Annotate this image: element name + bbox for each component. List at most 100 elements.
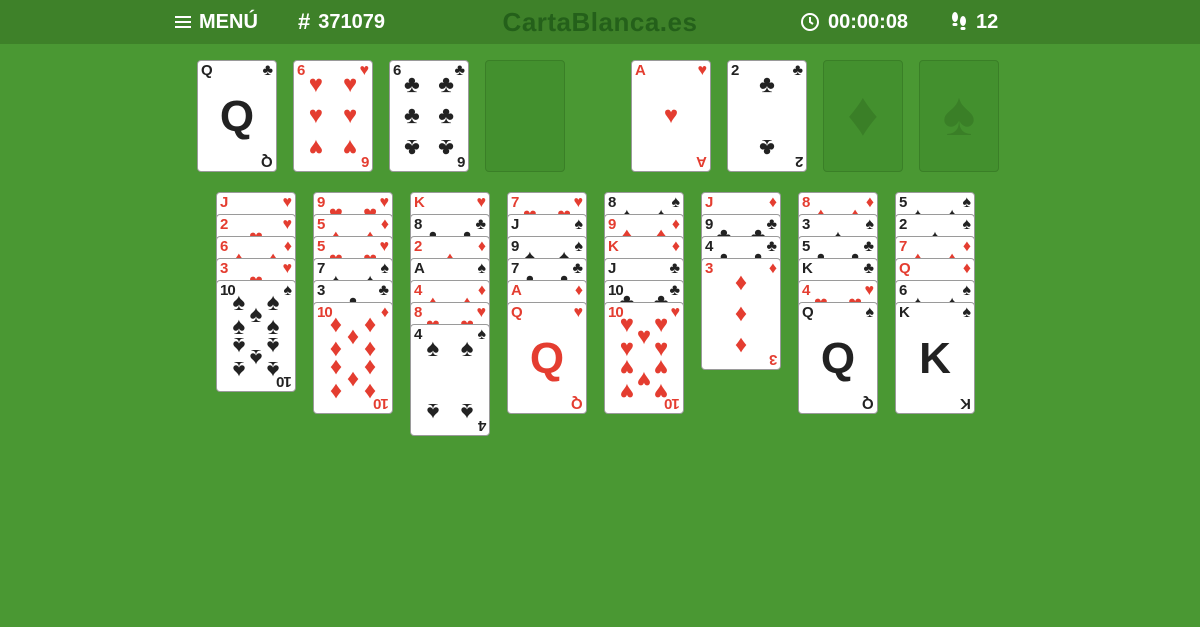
card-king-of-spades[interactable]: K ♠ K K: [895, 302, 975, 414]
card-rank: 2: [731, 62, 739, 79]
clock-icon: [800, 12, 820, 32]
card-rank: 3: [705, 260, 713, 277]
spade-icon: ♠: [283, 282, 293, 299]
card-rank: 9: [511, 238, 519, 255]
club-pip-icon: ♣: [438, 102, 455, 129]
card-10-of-spades[interactable]: 10 ♠ 10 ♠ ♠ ♠ ♠ ♠ ♠ ♠ ♠ ♠ ♠: [216, 280, 296, 392]
card-3-of-diamonds[interactable]: 3 ♦ 3 ♦ ♦ ♦: [701, 258, 781, 370]
heart-pip-icon: ♥: [619, 378, 634, 405]
spade-icon: ♠: [962, 304, 972, 321]
spade-icon: ♠: [962, 216, 972, 233]
spade-pip-icon: ♠: [232, 356, 246, 383]
card-queen-of-clubs[interactable]: Q ♣ Q Q: [197, 60, 277, 172]
card-queen-of-hearts[interactable]: Q ♥ Q Q: [507, 302, 587, 414]
card-rank: 6: [220, 238, 228, 255]
diamond-pip-icon: ♦: [346, 365, 360, 393]
heart-pip-icon: ♥: [308, 102, 323, 129]
spade-pip-icon: ♠: [232, 289, 246, 316]
club-icon: ♣: [863, 260, 875, 277]
heart-pip-icon: ♥: [654, 311, 669, 338]
club-icon: ♣: [454, 62, 466, 79]
spade-pip-icon: ♠: [426, 397, 440, 425]
game-number-value: 371079: [318, 11, 385, 33]
heart-pip-icon: ♥: [619, 353, 634, 381]
heart-icon: ♥: [864, 282, 875, 299]
heart-pip-icon: ♥: [663, 102, 679, 129]
spade-icon: ♠: [962, 194, 972, 211]
spade-icon: ♠: [574, 238, 584, 255]
heart-icon: ♥: [282, 216, 293, 233]
diamond-pip-icon: ♦: [329, 353, 342, 381]
card-rank: 7: [511, 260, 519, 277]
menu-button[interactable]: MENÚ: [175, 0, 258, 44]
diamond-icon: ♦: [671, 216, 680, 233]
card-queen-of-spades[interactable]: Q ♠ Q Q: [798, 302, 878, 414]
foundation-diamond[interactable]: ♦: [823, 60, 903, 172]
club-pip-icon: ♣: [759, 71, 775, 99]
game-number: # 371079: [298, 0, 385, 44]
club-icon: ♣: [766, 216, 778, 233]
card-6-of-hearts[interactable]: 6 ♥ 6 ♥ ♥ ♥ ♥ ♥ ♥: [293, 60, 373, 172]
card-rank: J: [511, 216, 519, 233]
card-10-of-diamonds[interactable]: 10 ♦ 10 ♦ ♦ ♦ ♦ ♦ ♦ ♦ ♦ ♦ ♦: [313, 302, 393, 414]
card-rank: 9: [705, 216, 713, 233]
heart-icon: ♥: [379, 194, 390, 211]
heart-pip-icon: ♥: [308, 71, 323, 99]
card-rank: K: [802, 260, 813, 277]
club-icon: ♣: [792, 62, 804, 79]
moves-value: 12: [976, 11, 999, 33]
heart-pip-icon: ♥: [308, 133, 323, 161]
spade-pip-icon: ♠: [232, 331, 246, 359]
card-rank: Q: [802, 304, 814, 321]
card-rank: 4: [414, 326, 422, 343]
card-rank: Q: [899, 260, 911, 277]
card-rank-bottom: K: [961, 395, 971, 412]
card-rank: 6: [297, 62, 305, 79]
heart-pip-icon: ♥: [654, 353, 669, 381]
spade-icon: ♠: [942, 80, 976, 149]
heart-icon: ♥: [697, 62, 708, 79]
club-icon: ♣: [262, 62, 274, 79]
heart-pip-icon: ♥: [636, 365, 652, 393]
card-rank: K: [608, 238, 619, 255]
card-rank: A: [414, 260, 425, 277]
card-6-of-clubs[interactable]: 6 ♣ 6 ♣ ♣ ♣ ♣ ♣ ♣: [389, 60, 469, 172]
spade-pip-icon: ♠: [266, 331, 280, 359]
card-10-of-hearts[interactable]: 10 ♥ 10 ♥ ♥ ♥ ♥ ♥ ♥ ♥ ♥ ♥ ♥: [604, 302, 684, 414]
free-cell-empty[interactable]: [485, 60, 565, 172]
card-rank: K: [414, 194, 425, 211]
club-icon: ♣: [766, 238, 778, 255]
card-rank: 7: [317, 260, 325, 277]
card-rank: Q: [511, 304, 523, 321]
card-rank: A: [511, 282, 522, 299]
card-rank-bottom: 3: [769, 351, 777, 368]
card-4-of-spades[interactable]: 4 ♠ 4 ♠ ♠ ♠ ♠: [410, 324, 490, 436]
club-icon: ♣: [863, 238, 875, 255]
card-rank-bottom: 6: [361, 153, 369, 170]
card-ace-of-hearts[interactable]: A ♥ A ♥: [631, 60, 711, 172]
card-rank: 5: [317, 238, 325, 255]
card-rank: 2: [414, 238, 422, 255]
foundation-spade[interactable]: ♠: [919, 60, 999, 172]
card-rank: 5: [899, 194, 907, 211]
card-rank: 5: [802, 238, 810, 255]
spade-icon: ♠: [477, 260, 487, 277]
menu-label: MENÚ: [199, 11, 258, 33]
card-rank: J: [220, 194, 228, 211]
diamond-pip-icon: ♦: [364, 378, 377, 405]
club-icon: ♣: [378, 282, 390, 299]
diamond-icon: ♦: [865, 194, 874, 211]
card-rank-bottom: Q: [572, 395, 583, 412]
spade-icon: ♠: [865, 304, 875, 321]
diamond-icon: ♦: [380, 216, 389, 233]
card-rank: 6: [899, 282, 907, 299]
card-2-of-clubs[interactable]: 2 ♣ 2 ♣ ♣: [727, 60, 807, 172]
card-rank: 7: [511, 194, 519, 211]
site-title[interactable]: CartaBlanca.es: [503, 7, 698, 37]
card-rank: 3: [317, 282, 325, 299]
club-pip-icon: ♣: [403, 133, 420, 161]
heart-pip-icon: ♥: [636, 323, 652, 351]
heart-icon: ♥: [379, 238, 390, 255]
heart-pip-icon: ♥: [343, 133, 358, 161]
card-rank-bottom: 4: [478, 417, 486, 434]
